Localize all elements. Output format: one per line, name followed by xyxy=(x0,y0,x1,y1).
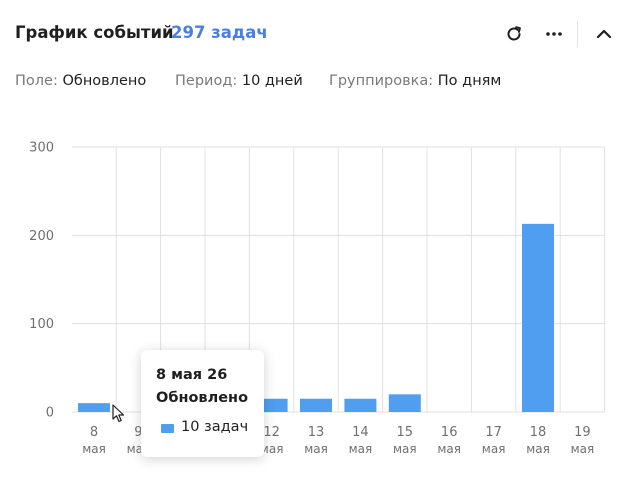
x-tick-month: мая xyxy=(437,442,461,456)
x-tick-month: мая xyxy=(82,442,106,456)
filter-period-value: 10 дней xyxy=(241,73,303,89)
tooltip-value: 10 задач xyxy=(181,419,249,435)
bar xyxy=(344,398,377,412)
x-tick-day: 16 xyxy=(441,425,458,440)
chart-tooltip: 8 мая 26 Обновлено 10 задач xyxy=(141,350,264,457)
filter-grouping-label: Группировка: xyxy=(329,73,434,89)
bar xyxy=(78,403,110,412)
tooltip-field: Обновлено xyxy=(156,390,249,406)
x-tick-day: 18 xyxy=(530,425,547,440)
x-tick-day: 8 xyxy=(90,425,98,440)
x-tick-month: мая xyxy=(526,442,550,456)
bar xyxy=(300,398,332,412)
bar xyxy=(522,223,554,412)
filter-field-label: Поле: xyxy=(15,73,58,89)
x-tick-day: 12 xyxy=(263,425,280,440)
chevron-up-icon xyxy=(596,29,612,39)
bar xyxy=(388,394,421,412)
events-bar-chart: 01002003008мая9мая10мая11мая12мая13мая14… xyxy=(29,141,606,456)
tooltip-series-swatch xyxy=(161,424,174,433)
x-tick-day: 14 xyxy=(352,425,369,440)
x-tick-day: 19 xyxy=(574,425,591,440)
collapse-button[interactable] xyxy=(590,20,618,48)
task-count-link[interactable]: 297 задач xyxy=(171,23,268,42)
more-horizontal-icon xyxy=(546,32,562,36)
y-tick-label: 200 xyxy=(29,229,54,244)
x-tick-day: 15 xyxy=(397,425,414,440)
tooltip-date: 8 мая 26 xyxy=(156,367,228,383)
y-tick-label: 0 xyxy=(46,406,54,421)
x-tick-month: мая xyxy=(393,442,417,456)
refresh-button[interactable] xyxy=(500,20,528,48)
mouse-pointer-icon xyxy=(112,404,125,423)
filter-field-value: Обновлено xyxy=(62,73,147,89)
filter-period[interactable]: Период: 10 дней xyxy=(175,73,303,89)
x-tick-day: 17 xyxy=(485,425,502,440)
x-tick-month: мая xyxy=(304,442,328,456)
x-tick-month: мая xyxy=(482,442,506,456)
x-tick-month: мая xyxy=(349,442,373,456)
x-tick-month: мая xyxy=(571,442,595,456)
widget-title: График событий xyxy=(15,23,174,42)
y-tick-label: 300 xyxy=(29,141,54,156)
filter-period-label: Период: xyxy=(175,73,238,89)
refresh-icon xyxy=(507,26,521,41)
widget-header: График событий 297 задач xyxy=(0,0,626,68)
x-tick-day: 13 xyxy=(308,425,325,440)
filter-grouping[interactable]: Группировка: По дням xyxy=(329,73,501,89)
filter-field[interactable]: Поле: Обновлено xyxy=(15,73,146,89)
header-divider xyxy=(577,21,578,47)
y-tick-label: 100 xyxy=(29,317,54,332)
filter-grouping-value: По дням xyxy=(437,73,502,89)
more-button[interactable] xyxy=(540,20,568,48)
events-chart: 01002003008мая9мая10мая11мая12мая13мая14… xyxy=(0,120,626,494)
